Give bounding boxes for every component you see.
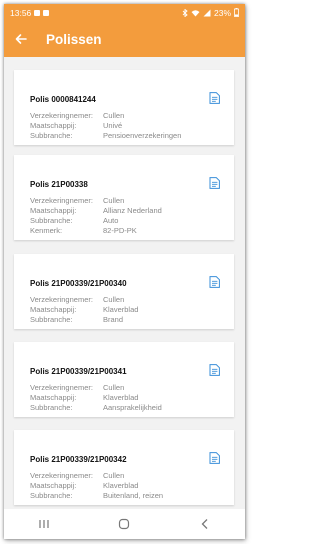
document-icon[interactable] [209,452,220,464]
detail-value: Cullen [103,383,125,392]
detail-value: Klaverblad [103,393,139,402]
policy-card[interactable]: Polis 21P00338 Verzekeringnemer: Cullen M… [14,155,234,240]
phone-screen: 13:56 23% Polissen Polis 0000841244 Verz… [4,4,245,539]
battery-icon [234,8,239,17]
detail-row: Verzekeringnemer: Cullen [30,471,163,481]
signal-icon [203,9,211,16]
detail-row: Maatschappij: Klaverblad [30,481,163,491]
policy-details: Verzekeringnemer: Cullen Maatschappij: Uni… [30,111,181,141]
detail-value: Cullen [103,196,125,205]
detail-row: Subbranche: Buitenland, reizen [30,491,163,501]
policy-title: Polis 0000841244 [30,95,96,104]
detail-label: Subbranche: [30,216,73,225]
status-right: 23% [182,8,239,18]
detail-value: Auto [103,216,119,225]
back-nav-icon [201,519,208,529]
detail-label: Verzekeringnemer: [30,111,93,120]
recent-apps-icon [39,520,49,528]
policy-details: Verzekeringnemer: Cullen Maatschappij: Kla… [30,383,162,413]
policy-title: Polis 21P00338 [30,180,88,189]
policy-details: Verzekeringnemer: Cullen Maatschappij: Kla… [30,471,163,501]
wifi-icon [191,9,200,16]
detail-value: Allianz Nederland [103,206,162,215]
detail-row: Verzekeringnemer: Cullen [30,111,181,121]
detail-row: Maatschappij: Allianz Nederland [30,206,162,216]
detail-label: Subbranche: [30,403,73,412]
back-button[interactable] [4,21,38,57]
detail-row: Subbranche: Aansprakelijkheid [30,403,162,413]
detail-label: Verzekeringnemer: [30,383,93,392]
detail-row: Maatschappij: Klaverblad [30,305,138,315]
detail-label: Verzekeringnemer: [30,196,93,205]
detail-value: Buitenland, reizen [103,491,164,500]
page-title: Polissen [46,31,102,47]
status-time: 13:56 [10,7,32,18]
detail-row: Verzekeringnemer: Cullen [30,295,138,305]
detail-label: Subbranche: [30,491,73,500]
policy-title: Polis 21P00339/21P00341 [30,367,127,376]
policy-card[interactable]: Polis 21P00339/21P00342 Verzekeringnemer… [14,430,234,505]
policy-title: Polis 21P00339/21P00342 [30,455,127,464]
detail-label: Subbranche: [30,315,73,324]
document-icon[interactable] [209,364,220,376]
detail-label: Kenmerk: [30,226,63,235]
battery-percentage: 23% [213,7,231,18]
detail-value: Cullen [103,471,125,480]
detail-value: Brand [103,315,124,324]
detail-label: Maatschappij: [30,393,77,402]
detail-label: Subbranche: [30,131,73,140]
app-bar: Polissen [4,21,245,57]
policy-details: Verzekeringnemer: Cullen Maatschappij: All… [30,196,162,236]
recent-apps-button[interactable] [29,512,59,536]
policy-title: Polis 21P00339/21P00340 [30,279,127,288]
detail-value: Klaverblad [103,481,139,490]
policy-list: Polis 0000841244 Verzekeringnemer: Cullen… [4,57,245,509]
policy-card[interactable]: Polis 21P00339/21P00340 Verzekeringnemer… [14,254,234,329]
detail-row: Maatschappij: Univé [30,121,181,131]
detail-row: Kenmerk: 82-PD-PK [30,226,162,236]
detail-value: Cullen [103,295,125,304]
detail-label: Verzekeringnemer: [30,295,93,304]
policy-details: Verzekeringnemer: Cullen Maatschappij: Kla… [30,295,138,325]
detail-label: Maatschappij: [30,206,77,215]
home-button[interactable] [109,512,139,536]
document-icon[interactable] [209,276,220,288]
detail-value: 82-PD-PK [103,226,137,235]
bluetooth-icon [182,8,188,17]
policy-card[interactable]: Polis 0000841244 Verzekeringnemer: Cullen… [14,70,234,145]
detail-value: Pensioenverzekeringen [103,131,182,140]
policy-card[interactable]: Polis 21P00339/21P00341 Verzekeringnemer… [14,342,234,417]
detail-row: Subbranche: Brand [30,315,138,325]
document-icon[interactable] [209,177,220,189]
back-nav-button[interactable] [190,512,220,536]
detail-label: Verzekeringnemer: [30,471,93,480]
home-icon [119,518,130,530]
system-navigation-bar [4,509,245,539]
detail-label: Maatschappij: [30,305,77,314]
detail-row: Verzekeringnemer: Cullen [30,196,162,206]
arrow-left-icon [15,34,27,44]
detail-value: Univé [103,121,123,130]
detail-label: Maatschappij: [30,481,77,490]
detail-row: Subbranche: Pensioenverzekeringen [30,131,181,141]
detail-label: Maatschappij: [30,121,77,130]
detail-row: Maatschappij: Klaverblad [30,393,162,403]
detail-value: Cullen [103,111,125,120]
notification-icon [34,9,41,16]
detail-row: Verzekeringnemer: Cullen [30,383,162,393]
detail-value: Aansprakelijkheid [103,403,162,412]
document-icon[interactable] [209,92,220,104]
detail-row: Subbranche: Auto [30,216,162,226]
detail-value: Klaverblad [103,305,139,314]
status-bar: 13:56 23% [4,4,245,21]
gallery-notification-icon [43,9,50,16]
